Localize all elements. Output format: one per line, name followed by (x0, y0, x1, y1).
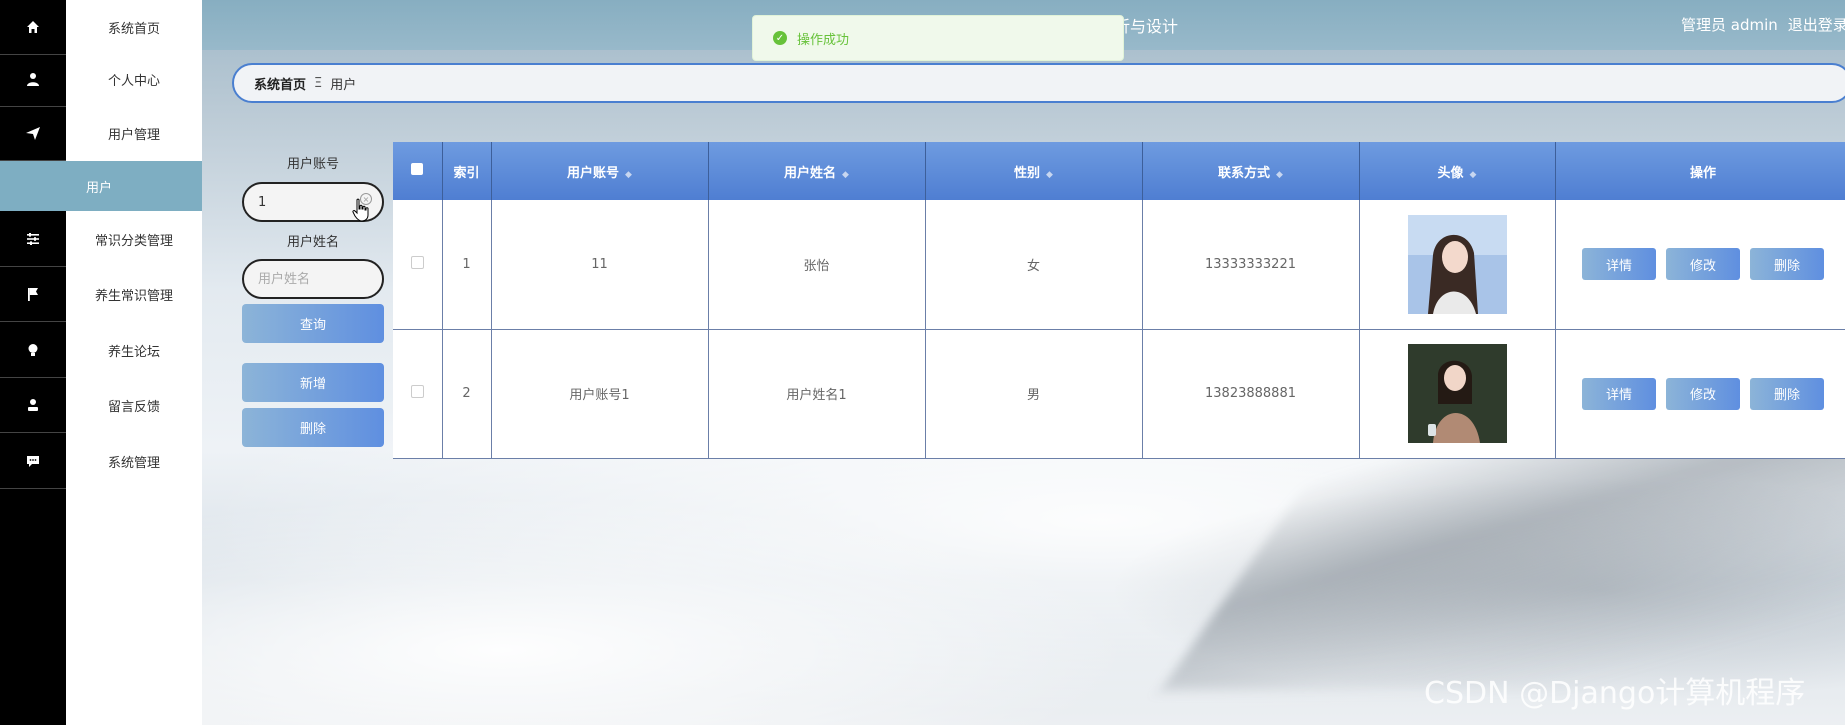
home-icon (0, 0, 66, 55)
sidebar-item-label: 养生常识管理 (94, 289, 173, 304)
cell-account: 用户账号1 (491, 329, 709, 459)
person-icon (0, 378, 66, 433)
delete-button[interactable]: 删除 (1750, 248, 1824, 281)
sort-icon: ◆ (625, 169, 632, 180)
chat-icon (0, 434, 66, 489)
cell-name: 张怡 (708, 200, 926, 330)
account-label: 用户账号 (286, 157, 339, 172)
avatar[interactable] (1407, 344, 1507, 443)
row-checkbox-cell[interactable] (393, 200, 443, 330)
cell-actions: 详情 修改 删除 (1555, 329, 1845, 459)
sort-icon: ◆ (842, 169, 849, 180)
cell-avatar (1359, 200, 1556, 330)
mountain-ridge (1160, 430, 1845, 690)
breadcrumb-current: 用户 (330, 77, 357, 93)
sidebar-item-label: 养生论坛 (107, 345, 160, 360)
sidebar-item-system[interactable]: 系统管理 (0, 434, 202, 489)
header-gender[interactable]: 性别 ◆ (925, 142, 1143, 200)
breadcrumb-home[interactable]: 系统首页 (254, 74, 306, 93)
delete-button[interactable]: 删除 (1750, 377, 1824, 410)
sidebar-item-label: 常识分类管理 (94, 234, 173, 249)
watermark: CSDN @Django计算机程序 (1424, 676, 1806, 711)
add-button[interactable]: 新增 (242, 363, 384, 402)
header-index: 索引 (442, 142, 492, 200)
cell-phone: 13333333221 (1142, 200, 1360, 330)
sort-icon: ◆ (1276, 169, 1283, 180)
name-label: 用户姓名 (286, 235, 339, 250)
cell-actions: 详情 修改 删除 (1555, 200, 1845, 330)
sidebar-item-label: 系统管理 (107, 456, 160, 471)
sidebar-item-forum[interactable]: 养生论坛 (0, 323, 202, 378)
user-table: 索引 用户账号 ◆ 用户姓名 ◆ 性别 ◆ 联系方式 ◆ 头像 ◆ 操作 1 11 张怡 … (393, 142, 1845, 459)
edit-button[interactable]: 修改 (1666, 248, 1740, 281)
table-row: 1 11 张怡 女 13333333221 详情 修改 删除 (393, 200, 1845, 330)
select-all-checkbox[interactable] (411, 163, 424, 175)
sidebar-item-label: 留言反馈 (107, 400, 160, 415)
sidebar-item-label: 个人中心 (107, 74, 160, 89)
cell-phone: 13823888881 (1142, 329, 1360, 459)
hand-cursor-icon (352, 198, 369, 222)
sidebar-subitem-label: 用户 (86, 180, 113, 196)
sidebar-item-label: 系统首页 (107, 22, 160, 37)
breadcrumb: 系统首页 Ξ 用户 (232, 63, 1845, 103)
detail-button[interactable]: 详情 (1582, 377, 1656, 410)
detail-button[interactable]: 详情 (1582, 248, 1656, 281)
header-account[interactable]: 用户账号 ◆ (491, 142, 709, 200)
row-checkbox[interactable] (410, 385, 424, 398)
admin-label: 管理员 admin (1681, 16, 1778, 34)
sidebar-item-feedback[interactable]: 留言反馈 (0, 378, 202, 433)
sliders-icon (0, 212, 66, 267)
check-circle-icon: ✓ (773, 31, 787, 45)
breadcrumb-separator: Ξ (314, 75, 323, 91)
sidebar-subitem-users[interactable]: 用户 (0, 161, 202, 211)
sidebar-item-category[interactable]: 常识分类管理 (0, 212, 202, 267)
sidebar-item-home[interactable]: 系统首页 (0, 0, 202, 55)
cell-gender: 女 (925, 200, 1143, 330)
header-actions: 操作 (1555, 142, 1845, 200)
cell-index: 2 (442, 329, 492, 459)
cell-gender: 男 (925, 329, 1143, 459)
cell-account: 11 (491, 200, 709, 330)
user-icon (0, 52, 66, 107)
sidebar-item-profile[interactable]: 个人中心 (0, 52, 202, 107)
name-search-input[interactable] (242, 259, 384, 299)
table-header-row: 索引 用户账号 ◆ 用户姓名 ◆ 性别 ◆ 联系方式 ◆ 头像 ◆ 操作 (393, 142, 1845, 200)
cell-name: 用户姓名1 (708, 329, 926, 459)
header-phone[interactable]: 联系方式 ◆ (1142, 142, 1360, 200)
edit-button[interactable]: 修改 (1666, 377, 1740, 410)
send-icon (0, 106, 66, 161)
success-toast: ✓ 操作成功 (752, 15, 1124, 61)
cell-index: 1 (442, 200, 492, 330)
bulb-icon (0, 323, 66, 378)
sidebar-item-user-management[interactable]: 用户管理 (0, 106, 202, 161)
table-row: 2 用户账号1 用户姓名1 男 13823888881 详情 修改 删除 (393, 329, 1845, 459)
header-name[interactable]: 用户姓名 ◆ (708, 142, 926, 200)
sidebar-item-knowledge[interactable]: 养生常识管理 (0, 267, 202, 322)
logout-link[interactable]: 退出登录 (1788, 16, 1845, 34)
row-checkbox[interactable] (410, 255, 424, 269)
cell-avatar (1359, 329, 1556, 459)
sort-icon: ◆ (1046, 169, 1053, 180)
batch-delete-button[interactable]: 删除 (242, 408, 384, 447)
sort-icon: ◆ (1469, 169, 1477, 180)
query-button[interactable]: 查询 (242, 304, 384, 343)
toast-message: 操作成功 (797, 32, 850, 48)
select-all-header[interactable] (393, 142, 443, 200)
header-avatar[interactable]: 头像 ◆ (1359, 142, 1556, 200)
avatar[interactable] (1407, 214, 1507, 314)
user-info: 管理员 admin 退出登录 (1681, 14, 1845, 35)
flag-icon (0, 267, 66, 322)
row-checkbox-cell[interactable] (393, 329, 443, 459)
sidebar-item-label: 用户管理 (107, 128, 160, 143)
